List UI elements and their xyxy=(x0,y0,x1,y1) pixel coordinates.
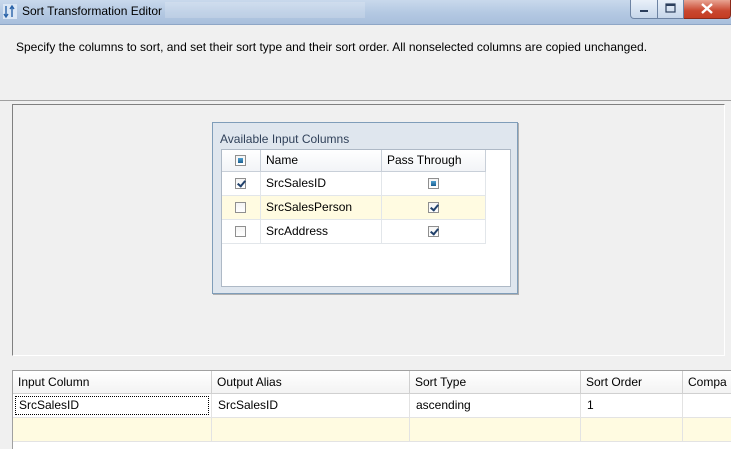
comparison-flags-cell[interactable] xyxy=(683,394,731,417)
output-alias-cell[interactable]: SrcSalesID xyxy=(212,394,410,417)
available-columns-header: Name Pass Through xyxy=(222,150,486,172)
comparison-flags-cell[interactable] xyxy=(683,418,731,441)
select-all-header-cell[interactable] xyxy=(222,150,261,171)
list-item[interactable]: SrcSalesID xyxy=(222,172,486,196)
table-row[interactable]: SrcSalesID SrcSalesID ascending 1 xyxy=(13,394,731,418)
sort-app-icon xyxy=(3,4,17,19)
minimize-button[interactable] xyxy=(630,0,658,19)
column-name: SrcAddress xyxy=(261,220,382,243)
sort-grid-header: Input Column Output Alias Sort Type Sort… xyxy=(13,371,731,394)
pass-through-column-header[interactable]: Pass Through xyxy=(382,150,486,171)
sort-type-header[interactable]: Sort Type xyxy=(410,371,581,393)
select-all-checkbox[interactable] xyxy=(235,155,246,166)
pass-through-checkbox[interactable] xyxy=(428,226,439,237)
pass-through-checkbox[interactable] xyxy=(428,202,439,213)
comparison-flags-header[interactable]: Compa xyxy=(683,371,731,393)
input-column-cell[interactable] xyxy=(13,418,212,441)
maximize-button[interactable] xyxy=(658,0,684,19)
column-name: SrcSalesID xyxy=(261,172,382,195)
background-window-ghost xyxy=(165,2,365,18)
minimize-icon xyxy=(640,10,648,12)
sort-type-cell[interactable] xyxy=(410,418,581,441)
divider xyxy=(0,100,731,101)
available-input-columns-box[interactable]: Available Input Columns Name Pass Throug… xyxy=(212,122,518,294)
sort-type-cell[interactable]: ascending xyxy=(410,394,581,417)
sort-columns-grid[interactable]: Input Column Output Alias Sort Type Sort… xyxy=(12,370,731,449)
title-bar[interactable]: Sort Transformation Editor xyxy=(0,0,731,25)
maximize-icon xyxy=(665,3,676,13)
column-select-checkbox[interactable] xyxy=(235,202,246,213)
close-icon xyxy=(701,3,713,14)
list-item[interactable]: SrcSalesPerson xyxy=(222,196,486,220)
window-controls xyxy=(630,0,731,19)
new-table-row[interactable] xyxy=(13,418,731,442)
sort-order-cell[interactable]: 1 xyxy=(581,394,683,417)
column-select-checkbox[interactable] xyxy=(235,226,246,237)
list-item[interactable]: SrcAddress xyxy=(222,220,486,244)
pass-through-checkbox[interactable] xyxy=(428,178,439,189)
available-columns-grid[interactable]: Name Pass Through SrcSalesID SrcSalesPer… xyxy=(221,149,511,287)
close-button[interactable] xyxy=(684,0,731,19)
output-alias-header[interactable]: Output Alias xyxy=(212,371,410,393)
name-column-header[interactable]: Name xyxy=(261,150,382,171)
column-name: SrcSalesPerson xyxy=(261,196,382,219)
sort-order-header[interactable]: Sort Order xyxy=(581,371,683,393)
input-column-header[interactable]: Input Column xyxy=(13,371,212,393)
input-column-cell[interactable]: SrcSalesID xyxy=(13,394,212,417)
instruction-text: Specify the columns to sort, and set the… xyxy=(16,40,648,54)
output-alias-cell[interactable] xyxy=(212,418,410,441)
window-title: Sort Transformation Editor xyxy=(22,4,163,18)
column-select-checkbox[interactable] xyxy=(235,178,246,189)
available-columns-title: Available Input Columns xyxy=(220,132,350,146)
sort-order-cell[interactable] xyxy=(581,418,683,441)
